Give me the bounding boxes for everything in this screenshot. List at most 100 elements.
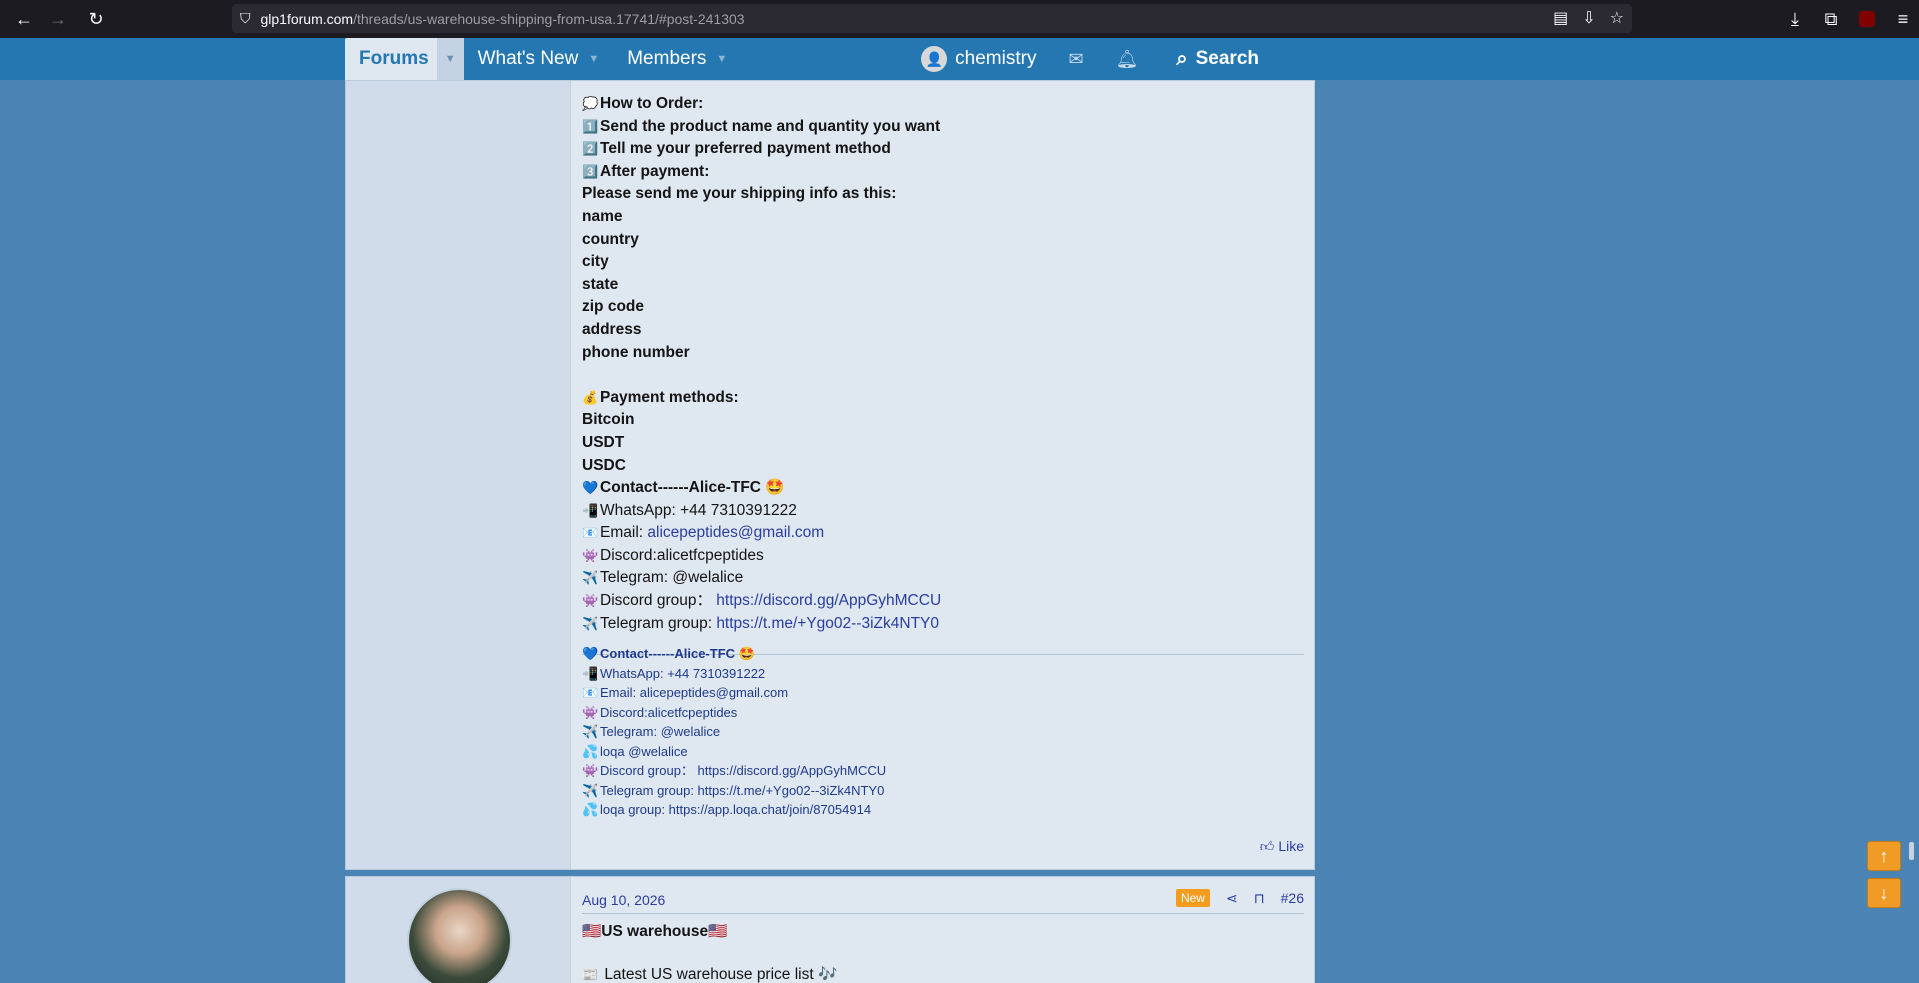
signature-text: Contact------Alice-TFC 🤩 <box>600 646 755 661</box>
new-badge: New <box>1175 889 1210 907</box>
post-text-line: USDC <box>582 455 1304 478</box>
user-menu[interactable]: 👤 chemistry <box>921 46 1036 72</box>
ublock-button[interactable] <box>1851 3 1883 35</box>
chevron-down-icon[interactable]: ▼ <box>716 53 727 65</box>
tab-members[interactable]: Members ▼ <box>613 38 741 80</box>
post-text: Bitcoin <box>582 411 635 429</box>
emoji-icon: ✈️ <box>582 724 599 739</box>
signature-line[interactable]: ✈️ Telegram: @welalice <box>582 722 1304 742</box>
contact-label: Telegram group: <box>600 614 717 632</box>
arrow-up-icon: ↑ <box>1879 845 1889 866</box>
chevron-down-icon[interactable]: ▼ <box>588 53 599 65</box>
reader-view-icon[interactable]: ▤ <box>1553 8 1568 28</box>
save-page-icon[interactable]: ⇩ <box>1582 8 1595 28</box>
emoji-icon: 📲 <box>582 665 599 681</box>
contact-line: 📧 Email: alicepeptides@gmail.com <box>582 522 1304 545</box>
post-body: 🇺🇸US warehouse🇺🇸 📰 Latest US warehouse p… <box>582 921 1304 983</box>
contact-line: ✈️ Telegram group: https://t.me/+Ygo02--3… <box>582 613 1304 636</box>
post-text-line <box>582 364 1304 387</box>
post-text-line: city <box>582 251 1304 274</box>
contact-label: Telegram: @welalice <box>600 569 744 587</box>
avatar: 👤 <box>921 46 948 72</box>
post-text-line: Please send me your shipping info as thi… <box>582 183 1304 206</box>
contact-label: WhatsApp: +44 7310391222 <box>600 501 797 519</box>
post-text: zip code <box>582 298 645 316</box>
reload-icon: ↻ <box>88 8 104 29</box>
downloads-button[interactable]: ⤓ <box>1779 3 1811 35</box>
emoji-icon: 👾 <box>582 704 599 720</box>
post-text-line: Bitcoin <box>582 409 1304 432</box>
signature-line[interactable]: 💦 loqa group: https://app.loqa.chat/join/… <box>582 800 1304 820</box>
post-date[interactable]: Aug 10, 2026 <box>582 892 665 908</box>
signature-text: Discord group： https://discord.gg/AppGyh… <box>600 763 887 778</box>
emoji-icon: ✈️ <box>582 570 599 586</box>
emoji-icon: 💭 <box>582 96 599 111</box>
tab-whats-new[interactable]: What's New ▼ <box>464 38 614 80</box>
post-text: Please send me your shipping info as thi… <box>582 185 897 203</box>
signature-line[interactable]: 💙 Contact------Alice-TFC 🤩 <box>582 644 1304 664</box>
post-text-line: 💭 How to Order: <box>582 93 1304 116</box>
post-text-line: 📰 Latest US warehouse price list 🎶 <box>582 964 1304 983</box>
forum-nav-bar: Forums ▼ What's New ▼ Members ▼ 👤 chemis… <box>0 38 1919 80</box>
signature-text: Discord:alicetfcpeptides <box>600 704 738 720</box>
contact-label: Discord group： <box>600 592 717 610</box>
scroll-top-button[interactable]: ↑ <box>1867 841 1901 871</box>
emoji-icon: 👾 <box>582 593 599 609</box>
chevron-down-icon[interactable]: ▼ <box>436 38 464 80</box>
bell-icon[interactable]: 🔔︎ <box>1116 49 1139 70</box>
forward-button[interactable]: → <box>42 3 74 35</box>
extensions-button[interactable]: ⧉ <box>1815 3 1847 35</box>
tab-forums[interactable]: Forums ▼ <box>345 38 464 80</box>
scrollbar-thumb[interactable] <box>1909 842 1914 860</box>
contact-link[interactable]: https://discord.gg/AppGyhMCCU <box>716 592 941 609</box>
share-icon[interactable]: ⋖ <box>1226 890 1238 907</box>
post-user-column <box>346 81 571 869</box>
back-button[interactable]: ← <box>8 3 40 35</box>
bookmark-icon[interactable]: ⊓ <box>1254 890 1265 907</box>
signature-line[interactable]: 💦 loqa @welalice <box>582 742 1304 762</box>
signature-line[interactable]: 📧 Email: alicepeptides@gmail.com <box>582 683 1304 703</box>
post-text: phone number <box>582 343 690 361</box>
post-text-line: 2️⃣ Tell me your preferred payment method <box>582 138 1304 161</box>
hamburger-icon: ≡ <box>1897 8 1909 29</box>
bookmark-star-icon[interactable]: ☆ <box>1610 8 1624 28</box>
post-text-line: 💰 Payment methods: <box>582 387 1304 410</box>
like-button[interactable]: 👍︎ Like <box>1260 838 1304 855</box>
emoji-icon: 📧 <box>582 525 599 541</box>
scroll-bottom-button[interactable]: ↓ <box>1867 878 1901 908</box>
signature-text: WhatsApp: +44 7310391222 <box>600 665 766 681</box>
emoji-icon: 💦 <box>582 743 599 759</box>
shield-icon: ⛉ <box>240 10 251 26</box>
reload-button[interactable]: ↻ <box>80 3 112 35</box>
thumbs-up-icon: 👍︎ <box>1259 838 1275 854</box>
emoji-icon: 👾 <box>582 547 599 563</box>
ublock-icon <box>1859 11 1875 27</box>
emoji-icon: 1️⃣ <box>582 118 599 134</box>
contact-link[interactable]: https://t.me/+Ygo02--3iZk4NTY0 <box>716 615 939 632</box>
emoji-icon: 💙 <box>582 646 599 661</box>
post-text-line: name <box>582 206 1304 229</box>
signature-text: Email: alicepeptides@gmail.com <box>600 685 789 700</box>
search-button[interactable]: ⌕ Search <box>1176 48 1315 71</box>
signature-line[interactable]: 👾 Discord group： https://discord.gg/AppGy… <box>582 761 1304 781</box>
post-header-divider <box>582 913 1304 914</box>
signature-line[interactable]: 📲 WhatsApp: +44 7310391222 <box>582 664 1304 684</box>
newspaper-icon: 📰 <box>582 966 599 982</box>
puzzle-icon: ⧉ <box>1824 8 1838 29</box>
contact-link[interactable]: alicepeptides@gmail.com <box>647 524 824 541</box>
contact-line: 👾 Discord:alicetfcpeptides <box>582 545 1304 568</box>
mail-icon[interactable]: ✉ <box>1068 49 1083 70</box>
url-bar[interactable]: ⛉ glp1forum.com/threads/us-warehouse-shi… <box>232 4 1632 33</box>
signature-line[interactable]: 👾 Discord:alicetfcpeptides <box>582 703 1304 723</box>
tab-forums-label: Forums <box>359 48 429 69</box>
menu-button[interactable]: ≡ <box>1887 3 1919 35</box>
signature-line[interactable]: ✈️ Telegram group: https://t.me/+Ygo02--3… <box>582 781 1304 801</box>
emoji-icon: ✈️ <box>582 615 599 631</box>
post-text: USDT <box>582 433 625 451</box>
avatar[interactable] <box>407 888 512 983</box>
like-label: Like <box>1278 838 1304 854</box>
tab-whats-new-label: What's New <box>477 48 579 69</box>
post-text: Tell me your preferred payment method <box>600 140 891 158</box>
post-number-link[interactable]: #26 <box>1281 890 1304 906</box>
post-text-line: 1️⃣ Send the product name and quantity yo… <box>582 116 1304 139</box>
